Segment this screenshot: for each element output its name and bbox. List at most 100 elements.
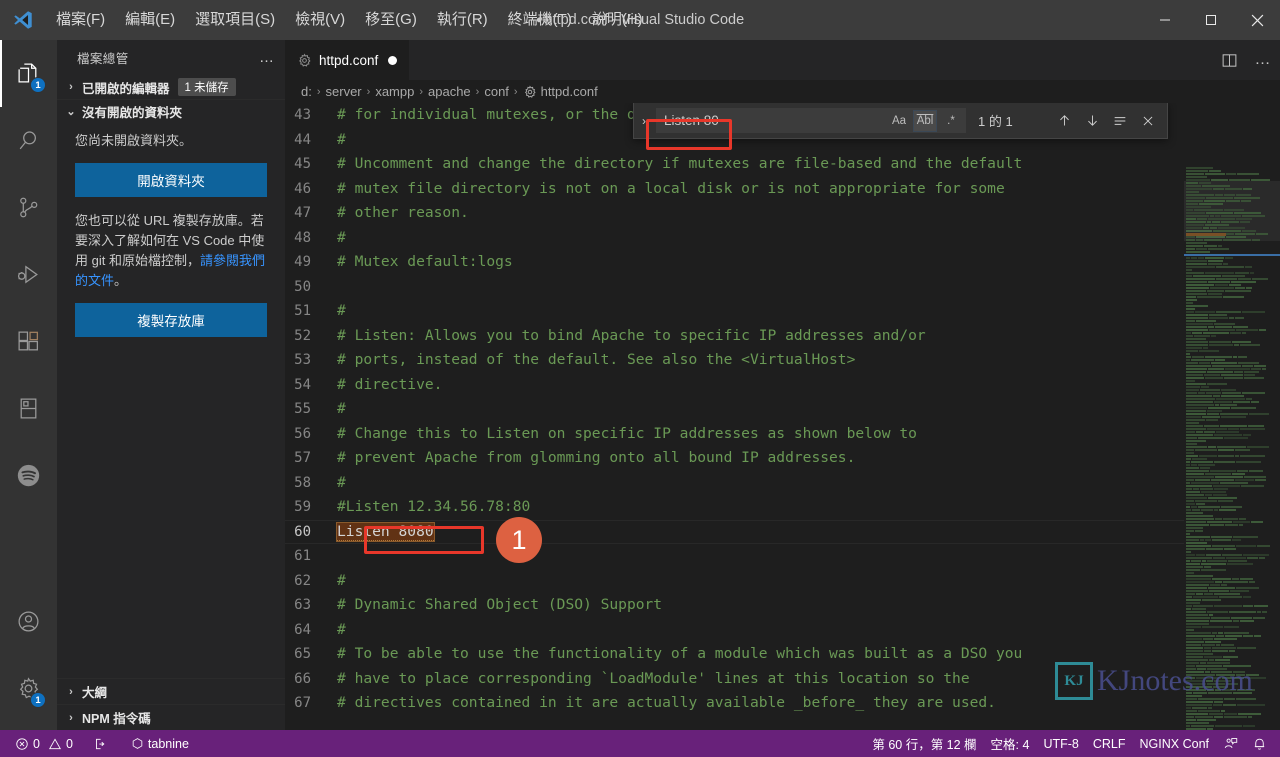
gear-file-icon <box>524 84 536 98</box>
code-line[interactable]: 60 Listen 8080 <box>285 519 1280 545</box>
section-outline[interactable]: › 大綱 <box>57 678 285 704</box>
code-line[interactable]: 45 # Uncomment and change the directory i… <box>285 152 1280 177</box>
code-line[interactable]: 53 # ports, instead of the default. See a… <box>285 348 1280 373</box>
code-line[interactable]: 49 # Mutex default:logs <box>285 250 1280 275</box>
line-number: 66 <box>294 670 311 687</box>
code-line[interactable]: 56 # Change this to Listen on specific IP… <box>285 422 1280 447</box>
status-remote[interactable] <box>86 730 114 757</box>
find-in-selection-icon[interactable] <box>1107 109 1133 133</box>
code-line[interactable]: 51 # <box>285 299 1280 324</box>
find-widget[interactable]: › Listen 80 Aa Abl .* 1 的 1 <box>633 103 1168 139</box>
accounts-button[interactable] <box>0 588 57 655</box>
open-folder-button[interactable]: 開啟資料夾 <box>75 163 267 197</box>
find-input-box[interactable]: Listen 80 Aa Abl .* <box>656 108 966 133</box>
close-find-icon[interactable] <box>1135 109 1161 133</box>
code-line[interactable]: 54 # directive. <box>285 373 1280 398</box>
menu-help[interactable]: 說明(H) <box>582 0 653 40</box>
status-indentation[interactable]: 空格: 4 <box>984 730 1037 757</box>
line-number: 55 <box>294 401 311 417</box>
status-cursor-position[interactable]: 第 60 行，第 12 欄 <box>865 730 983 757</box>
line-text: # prevent Apache from glomming onto all … <box>337 449 856 466</box>
toggle-replace-icon[interactable]: › <box>634 114 654 128</box>
code-line[interactable]: 55 # <box>285 397 1280 422</box>
code-line[interactable]: 48 # <box>285 226 1280 251</box>
menu-terminal[interactable]: 終端機(T) <box>498 0 582 40</box>
code-line[interactable]: 67 # directives contained in it are actua… <box>285 691 1280 716</box>
sidebar-item-run-and-debug[interactable] <box>0 241 57 308</box>
line-text: # Dynamic Shared Object (DSO) Support <box>337 596 663 613</box>
section-npm-scripts[interactable]: › NPM 指令碼 <box>57 704 285 730</box>
sidebar-item-explorer[interactable]: 1 <box>0 40 57 107</box>
code-line[interactable]: 57 # prevent Apache from glomming onto al… <box>285 446 1280 471</box>
menu-file[interactable]: 檔案(F) <box>46 0 115 40</box>
sidebar-bottom-sections: › 大綱 › NPM 指令碼 <box>57 678 285 730</box>
editor-more-actions-icon[interactable]: … <box>1246 40 1280 80</box>
code-line[interactable]: 50 <box>285 275 1280 300</box>
status-feedback[interactable] <box>1216 730 1245 757</box>
minimize-button[interactable] <box>1142 0 1188 40</box>
breadcrumb-item-3[interactable]: apache <box>428 84 471 99</box>
status-encoding[interactable]: UTF-8 <box>1036 730 1085 757</box>
menu-view[interactable]: 檢視(V) <box>285 0 355 40</box>
code-line[interactable]: 46 # mutex file directory is not on a loc… <box>285 177 1280 202</box>
vscode-logo-icon <box>0 0 46 40</box>
breadcrumb-item-0[interactable]: d: <box>301 84 312 99</box>
manage-settings-button[interactable]: 1 <box>0 655 57 722</box>
code-line[interactable]: 64 # <box>285 618 1280 643</box>
gear-file-icon <box>299 53 311 67</box>
unsaved-count-badge: 1 未儲存 <box>177 78 236 96</box>
code-line[interactable]: 63 # Dynamic Shared Object (DSO) Support <box>285 593 1280 618</box>
status-tabnine[interactable]: tabnine <box>124 730 196 757</box>
close-button[interactable] <box>1234 0 1280 40</box>
code-line[interactable]: 66 # have to place corresponding `LoadMod… <box>285 667 1280 692</box>
code-line[interactable]: 47 # other reason. <box>285 201 1280 226</box>
find-input[interactable]: Listen 80 <box>664 113 888 128</box>
editor-actions: … <box>1212 40 1280 80</box>
status-problems[interactable]: 0 0 <box>8 730 80 757</box>
code-line[interactable]: 65 # To be able to use the functionality … <box>285 642 1280 667</box>
code-editor[interactable]: 43 # for individual mutexes, or the defau… <box>285 103 1280 730</box>
menu-go[interactable]: 移至(G) <box>355 0 427 40</box>
clone-repository-button[interactable]: 複製存放庫 <box>75 303 267 337</box>
whole-word-icon[interactable]: Abl <box>913 109 937 132</box>
line-number: 64 <box>294 621 311 638</box>
previous-match-icon[interactable] <box>1051 109 1077 133</box>
sidebar-more-actions-icon[interactable]: … <box>259 49 275 66</box>
tab-dirty-indicator[interactable] <box>388 56 398 65</box>
line-number: 63 <box>294 597 311 613</box>
menu-edit[interactable]: 編輯(E) <box>115 0 185 40</box>
breadcrumb-item-1[interactable]: server <box>326 84 362 99</box>
sidebar-item-source-control[interactable] <box>0 174 57 241</box>
no-folder-description: 您尚未開啟資料夾。 <box>75 133 193 148</box>
sidebar-item-spotify[interactable] <box>0 442 57 509</box>
sidebar-item-extensions[interactable] <box>0 308 57 375</box>
menu-run[interactable]: 執行(R) <box>427 0 498 40</box>
sidebar-item-layout[interactable] <box>0 375 57 442</box>
error-icon <box>16 737 28 750</box>
status-notifications[interactable] <box>1245 730 1274 757</box>
chevron-right-icon: › <box>513 85 518 98</box>
code-line[interactable]: 52 # Listen: Allows you to bind Apache to… <box>285 324 1280 349</box>
status-language-mode[interactable]: NGINX Conf <box>1133 730 1216 757</box>
code-line[interactable]: 62 # <box>285 569 1280 594</box>
breadcrumb-item-4[interactable]: conf <box>484 84 509 99</box>
code-line[interactable]: 61 <box>285 544 1280 569</box>
maximize-button[interactable] <box>1188 0 1234 40</box>
match-case-icon[interactable]: Aa <box>888 111 910 131</box>
line-number: 46 <box>294 180 311 197</box>
chevron-right-icon: › <box>69 711 73 724</box>
menu-selection[interactable]: 選取項目(S) <box>185 0 285 40</box>
code-line[interactable]: 58 # <box>285 471 1280 496</box>
breadcrumb-item-5[interactable]: httpd.conf <box>541 84 598 99</box>
code-line[interactable]: 59 #Listen 12.34.56.78:80 <box>285 495 1280 520</box>
split-editor-icon[interactable] <box>1212 40 1246 80</box>
breadcrumb-item-2[interactable]: xampp <box>375 84 414 99</box>
status-eol[interactable]: CRLF <box>1086 730 1133 757</box>
regex-icon[interactable]: .* <box>940 111 962 131</box>
next-match-icon[interactable] <box>1079 109 1105 133</box>
section-open-editors[interactable]: › 已開啟的編輯器 1 未儲存 <box>57 75 285 99</box>
tab-httpd-conf[interactable]: httpd.conf <box>285 40 410 80</box>
sidebar-item-search[interactable] <box>0 107 57 174</box>
section-no-folder[interactable]: ⌄ 沒有開啟的資料夾 <box>57 99 285 123</box>
minimap[interactable] <box>1184 166 1280 730</box>
